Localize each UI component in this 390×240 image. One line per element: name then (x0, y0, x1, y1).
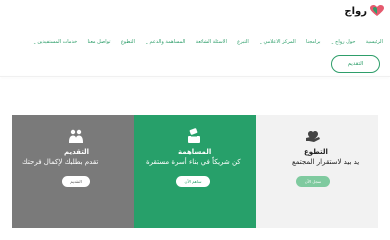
chevron-down-icon: ⌄ (259, 39, 263, 45)
nav-label: التطوع (120, 39, 135, 45)
nav-item-home[interactable]: الرئيسية (366, 39, 383, 45)
nav-label: تواصل معنا (87, 39, 111, 45)
apply-card-button[interactable]: التقديم (62, 176, 90, 187)
brand-logo[interactable]: رواج (344, 5, 384, 17)
card-description: كن شريكاً في بناء أسرة مستقرة (146, 158, 241, 166)
nav-label: برامجنا (306, 39, 321, 45)
nav-item-media[interactable]: المركز الاعلامي ⌄ (259, 39, 296, 45)
brand-name: رواج (344, 5, 367, 17)
nav-label: الرئيسية (365, 39, 383, 45)
volunteer-register-button[interactable]: سجل الآن (296, 176, 330, 187)
chevron-down-icon: ⌄ (145, 39, 149, 45)
volunteer-card: التطوع يد بيد لاستقرار المجتمع سجل الآن (256, 115, 378, 228)
card-title: التقديم (64, 148, 90, 156)
header-divider (0, 76, 390, 77)
nav-item-support[interactable]: المساهمة والدعم ⌄ (145, 39, 185, 45)
heart-hand-icon (306, 131, 320, 142)
chevron-down-icon: ⌄ (330, 39, 335, 45)
donation-box-icon (188, 128, 200, 143)
nav-label: المساهمة والدعم (149, 39, 186, 45)
nav-item-about[interactable]: حول رواج ⌄ (331, 39, 356, 45)
nav-item-services[interactable]: خدمات المستفيدين ⌄ (33, 39, 77, 45)
contribute-button[interactable]: ساهم الآن (176, 176, 210, 187)
nav-label: حول رواج (335, 39, 356, 45)
contribute-card: المساهمة كن شريكاً في بناء أسرة مستقرة س… (134, 115, 256, 228)
nav-item-volunteer[interactable]: التطوع (121, 39, 135, 45)
card-description: يد بيد لاستقرار المجتمع (292, 158, 360, 166)
nav-label: المركز الاعلامي (263, 39, 296, 45)
card-title: المساهمة (178, 148, 212, 156)
couple-icon (69, 129, 83, 143)
apply-card: التقديم تقدم بطلبك لإكمال فرحتك التقديم (12, 115, 134, 228)
nav-item-faq[interactable]: الاسئلة الشائعة (196, 39, 227, 45)
card-description: تقدم بطلبك لإكمال فرحتك (22, 158, 99, 166)
nav-item-donate[interactable]: التبرع (237, 39, 249, 45)
service-cards: التطوع يد بيد لاستقرار المجتمع سجل الآن … (12, 115, 378, 228)
card-title: التطوع (304, 148, 328, 156)
nav-label: التبرع (237, 39, 249, 45)
nav-item-contact[interactable]: تواصل معنا (87, 39, 110, 45)
main-nav: الرئيسية حول رواج ⌄ برامجنا المركز الاعلا… (33, 35, 383, 49)
apply-button[interactable]: التقديم (331, 55, 380, 73)
nav-label: خدمات المستفيدين (37, 39, 78, 45)
nav-item-programs[interactable]: برامجنا (306, 39, 320, 45)
chevron-down-icon: ⌄ (33, 39, 37, 45)
heart-logo-icon (370, 5, 384, 16)
nav-label: الاسئلة الشائعة (195, 39, 227, 45)
page: رواج الرئيسية حول رواج ⌄ برامجنا المركز ا… (0, 0, 390, 240)
